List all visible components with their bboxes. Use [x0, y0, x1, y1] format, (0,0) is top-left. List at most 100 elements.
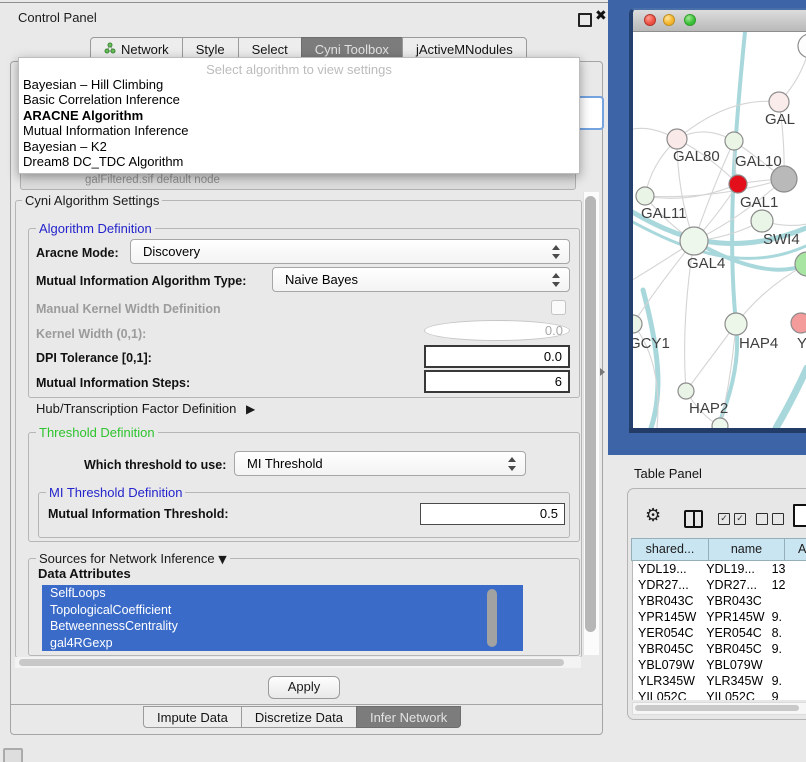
dropdown-item[interactable]: ARACNE Algorithm	[19, 108, 579, 123]
table-row[interactable]: YER054CYER054C8.	[633, 625, 806, 641]
network-node-y[interactable]	[791, 313, 806, 333]
network-node-gal4[interactable]	[680, 227, 708, 255]
file-icon[interactable]	[793, 504, 806, 527]
minimize-light-icon[interactable]	[663, 14, 675, 26]
select-all-icon[interactable]: ✓ ✓	[718, 513, 746, 525]
dropdown-item[interactable]: Dream8 DC_TDC Algorithm	[19, 154, 579, 169]
table-row[interactable]: YDL19...YDL19...13	[633, 561, 806, 577]
hub-definition-label: Hub/Transcription Factor Definition	[36, 401, 236, 416]
which-threshold-value: MI Threshold	[247, 456, 323, 471]
settings-hscroll-track[interactable]	[15, 657, 581, 668]
table-row[interactable]: YBL079WYBL079W	[633, 657, 806, 673]
mi-threshold-field[interactable]: 0.5	[420, 503, 565, 525]
network-node-gcy1[interactable]	[633, 315, 642, 333]
network-window-titlebar[interactable]	[633, 10, 806, 32]
table-cell: 13	[768, 561, 806, 577]
kernel-width-field[interactable]: 0.0	[424, 320, 570, 341]
manual-kernel-label: Manual Kernel Width Definition	[36, 302, 221, 316]
table-hscroll-track[interactable]	[632, 702, 806, 715]
close-icon[interactable]: ✖	[595, 8, 607, 24]
manual-kernel-checkbox[interactable]	[551, 300, 566, 315]
unchecked-box-icon	[756, 513, 768, 525]
table-cell: YBR043C	[633, 593, 700, 609]
dropdown-item[interactable]: Bayesian – Hill Climbing	[19, 77, 579, 92]
network-node[interactable]	[712, 418, 728, 428]
splitter-arrow-icon[interactable]	[600, 368, 605, 376]
attribute-list-item[interactable]: BetweennessCentrality	[42, 618, 523, 635]
attribute-list-item[interactable]: TopologicalCoefficient	[42, 602, 523, 619]
network-node-hap2[interactable]	[678, 383, 694, 399]
bottom-tab-infer-network[interactable]: Infer Network	[356, 706, 461, 728]
column-header[interactable]: shared...	[631, 538, 709, 561]
expand-right-icon: ▶	[240, 402, 255, 416]
attribute-list-scrollbar[interactable]	[487, 589, 497, 647]
split-columns-icon[interactable]	[684, 510, 703, 528]
node-label: HAP2	[689, 400, 728, 417]
network-edge	[633, 241, 694, 324]
table-row[interactable]: YIL052CYIL052C9	[633, 689, 806, 700]
table-cell: YDR27...	[633, 577, 700, 593]
table-hscroll-thumb[interactable]	[635, 705, 799, 711]
settings-vscroll-thumb[interactable]	[585, 196, 596, 632]
table-cell: YDL19...	[700, 561, 767, 577]
dropdown-item[interactable]: Bayesian – K2	[19, 139, 579, 154]
dropdown-item[interactable]: Basic Correlation Inference	[19, 92, 579, 107]
table-cell: YBL079W	[633, 657, 700, 673]
table-cell: YIL052C	[633, 689, 700, 700]
stepper-arrows-icon	[552, 245, 560, 259]
deselect-all-icon[interactable]	[756, 513, 784, 525]
table-cell	[768, 657, 806, 673]
dpi-tolerance-label: DPI Tolerance [0,1]:	[36, 351, 152, 365]
network-node-hap4[interactable]	[725, 313, 747, 335]
mi-type-combo[interactable]: Naive Bayes	[272, 267, 570, 292]
table-cell: YBR045C	[700, 641, 767, 657]
network-canvas[interactable]: GALGAL80GAL10GAL1GAL11SWI4GAL4GCY1HAP4YH…	[633, 32, 806, 428]
attribute-list-item[interactable]: gal4RGexp	[42, 635, 523, 652]
tab-label: Impute Data	[157, 710, 228, 725]
mi-steps-field[interactable]: 6	[424, 370, 570, 393]
table-header: shared...nameA	[632, 538, 806, 561]
network-node-gal[interactable]	[769, 92, 789, 112]
gear-icon[interactable]: ⚙	[645, 505, 661, 526]
network-node-gal10[interactable]	[725, 132, 743, 150]
float-window-icon[interactable]	[578, 13, 592, 27]
apply-button[interactable]: Apply	[268, 676, 340, 699]
table-cell: YBR045C	[633, 641, 700, 657]
bottom-tab-impute-data[interactable]: Impute Data	[143, 706, 242, 728]
table-row[interactable]: YBR045CYBR045C9.	[633, 641, 806, 657]
settings-hscroll-thumb[interactable]	[19, 659, 564, 666]
unchecked-box-icon	[772, 513, 784, 525]
network-node-swi4[interactable]	[751, 210, 773, 232]
table-row[interactable]: YBR043CYBR043C	[633, 593, 806, 609]
dpi-tolerance-field[interactable]: 0.0	[424, 345, 570, 368]
aracne-mode-value: Discovery	[143, 244, 200, 259]
aracne-mode-combo[interactable]: Discovery	[130, 239, 570, 264]
which-threshold-combo[interactable]: MI Threshold	[234, 451, 526, 476]
node-label: Y	[797, 335, 806, 352]
network-node[interactable]	[795, 252, 806, 276]
column-header[interactable]: name	[708, 538, 785, 561]
table-cell: 9.	[768, 609, 806, 625]
network-edge-thick	[643, 290, 658, 428]
network-node-gal11[interactable]	[636, 187, 654, 205]
tab-label: Style	[196, 42, 225, 57]
attribute-list-item[interactable]: SelfLoops	[42, 585, 523, 602]
node-label: GAL80	[673, 148, 720, 165]
network-node-gal80[interactable]	[667, 129, 687, 149]
table-row[interactable]: YPR145WYPR145W9.	[633, 609, 806, 625]
node-label: GCY1	[633, 335, 670, 352]
dock-grip-button[interactable]	[3, 748, 23, 762]
zoom-light-icon[interactable]	[684, 14, 696, 26]
dropdown-placeholder: Select algorithm to view settings	[19, 58, 579, 77]
dropdown-item[interactable]: Mutual Information Inference	[19, 123, 579, 138]
table-row[interactable]: YLR345WYLR345W9.	[633, 673, 806, 689]
table-cell: YLR345W	[633, 673, 700, 689]
table-row[interactable]: YDR27...YDR27...12	[633, 577, 806, 593]
network-node-gal1[interactable]	[729, 175, 747, 193]
close-light-icon[interactable]	[644, 14, 656, 26]
column-header[interactable]: A	[784, 538, 806, 561]
sources-group-title[interactable]: Sources for Network Inference ▼	[36, 551, 230, 566]
bottom-tab-discretize-data[interactable]: Discretize Data	[241, 706, 357, 728]
network-node[interactable]	[798, 34, 806, 58]
hub-definition-toggle[interactable]: Hub/Transcription Factor Definition ▶	[36, 401, 255, 416]
